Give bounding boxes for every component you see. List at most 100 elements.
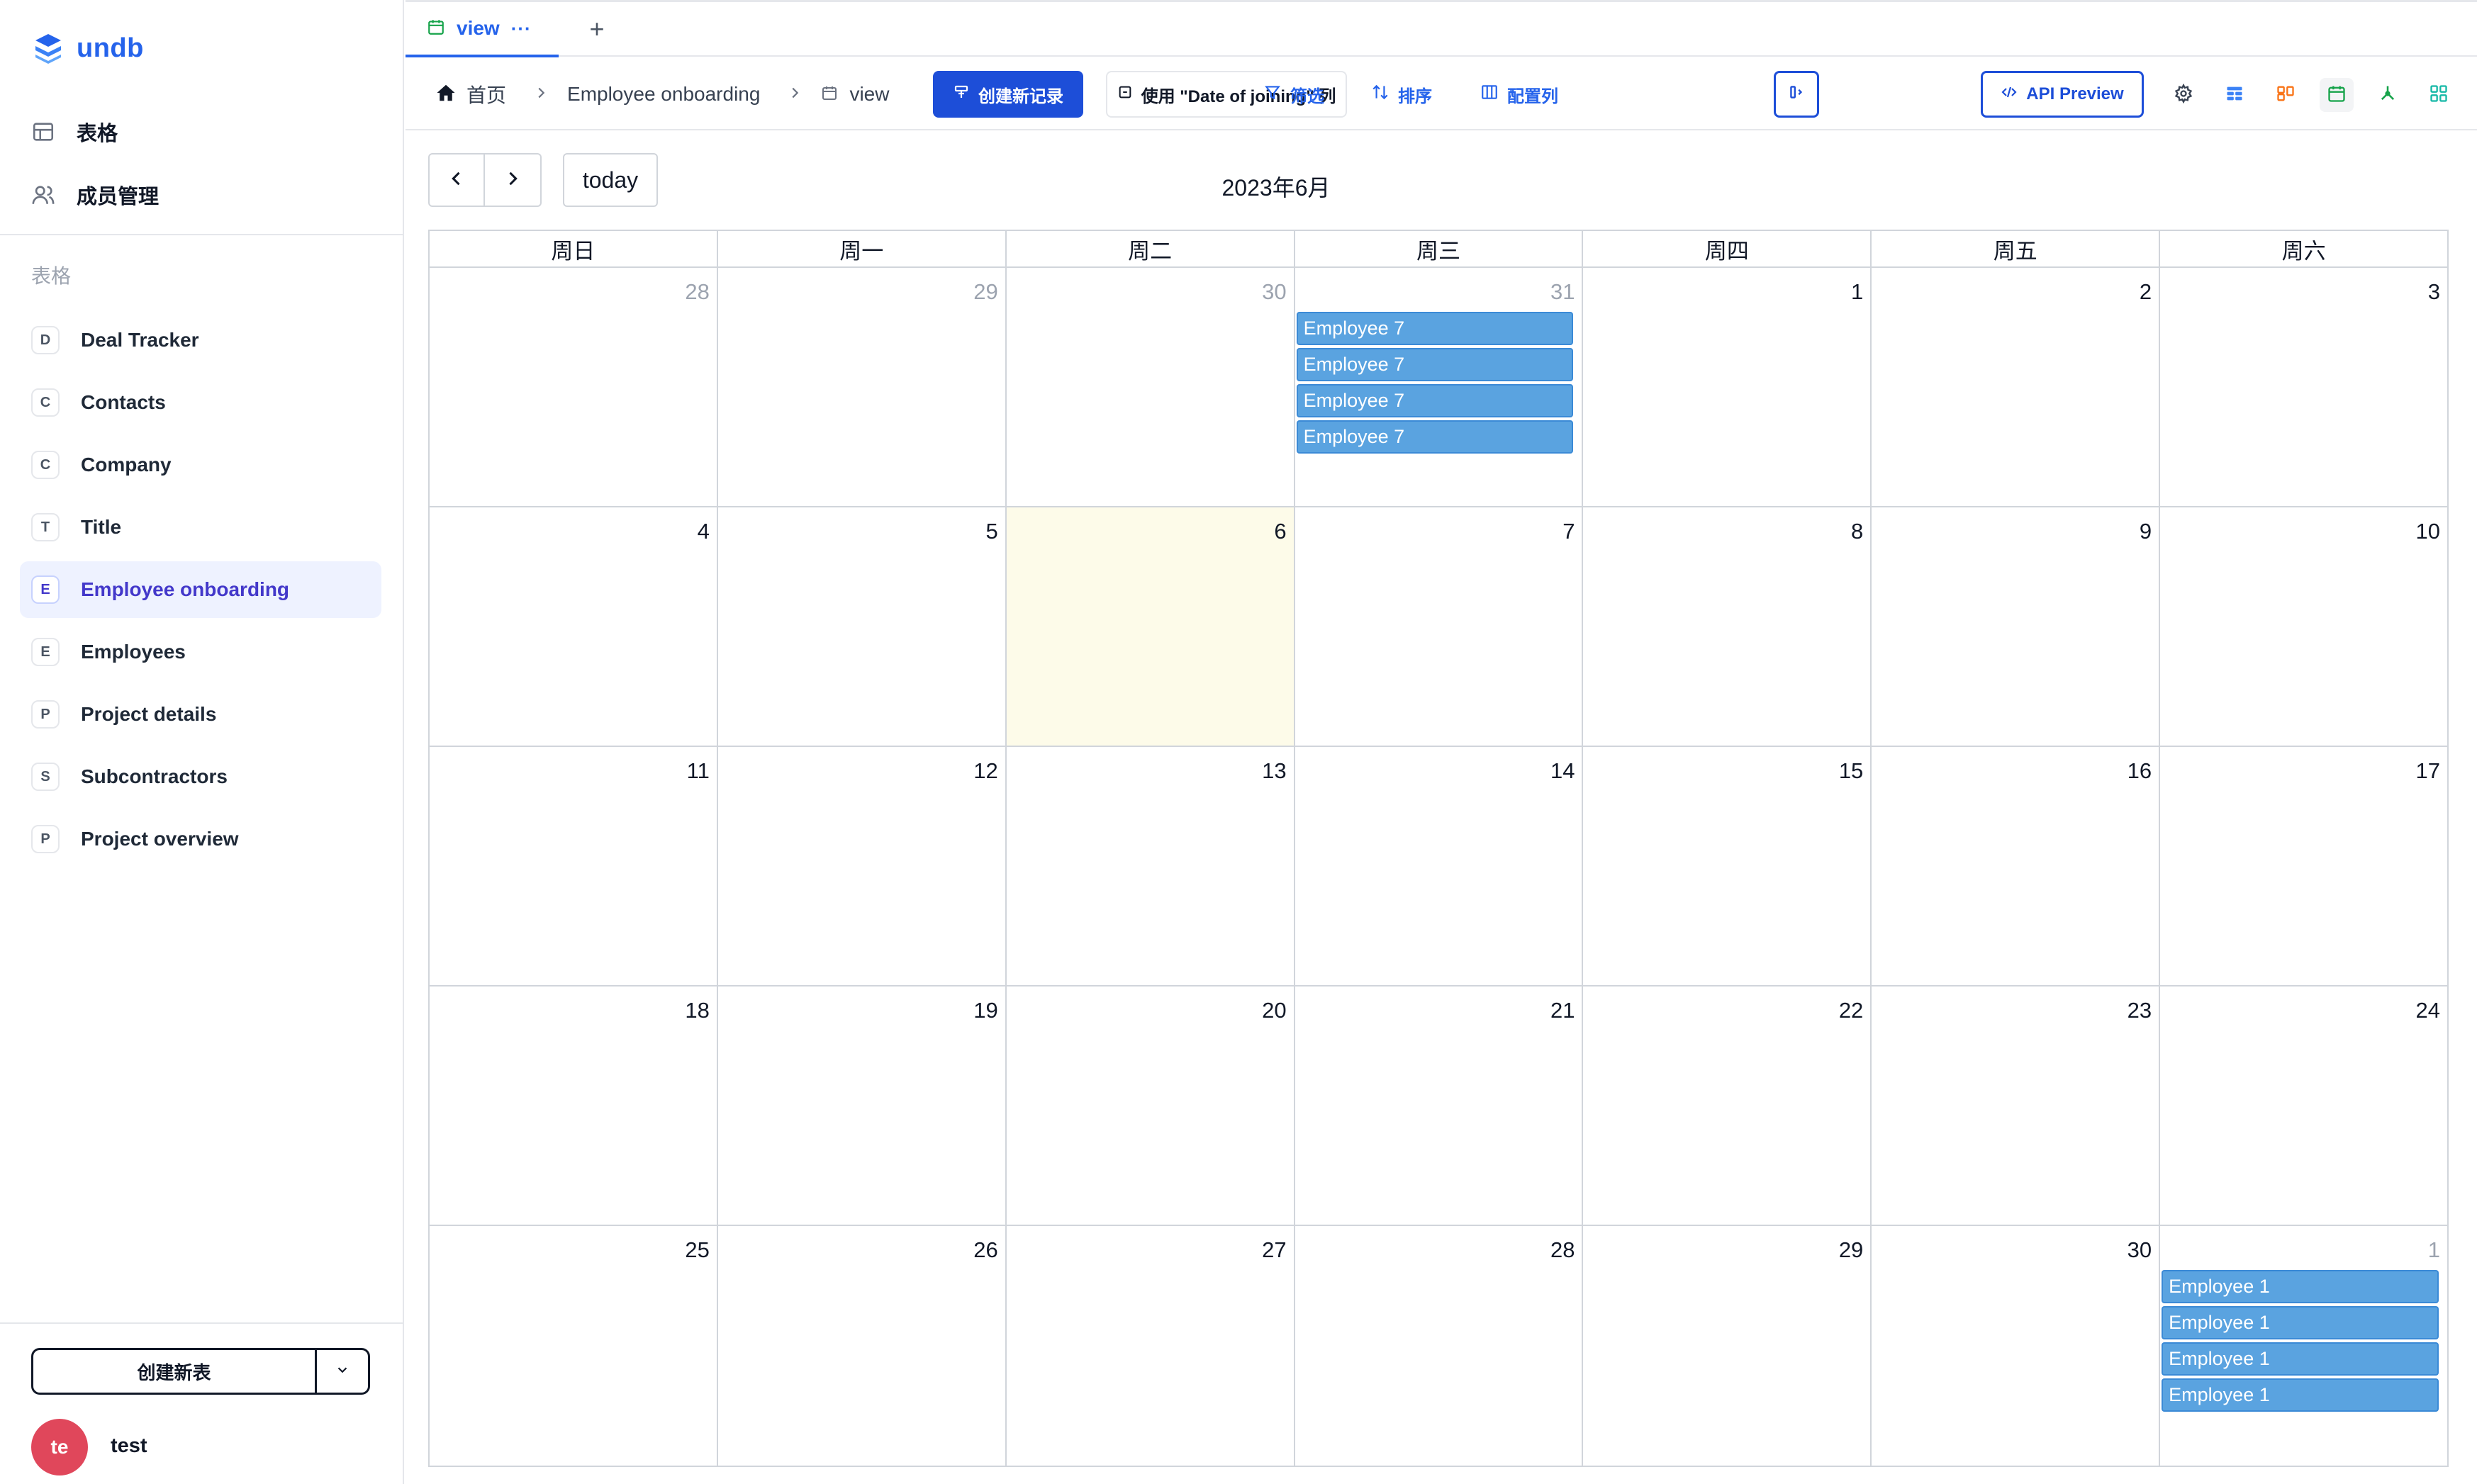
day-number[interactable]: 5 [985, 519, 997, 544]
calendar-event[interactable]: Employee 1 [2162, 1342, 2439, 1376]
next-month-button[interactable] [485, 153, 542, 207]
day-number[interactable]: 10 [2416, 519, 2440, 544]
day-number[interactable]: 24 [2416, 998, 2440, 1023]
sidebar-table-project-details[interactable]: P Project details [20, 686, 381, 743]
calendar-day-cell[interactable]: 11 [430, 747, 718, 985]
day-number[interactable]: 28 [685, 279, 709, 305]
tab-view[interactable]: view ··· [406, 2, 559, 57]
day-number[interactable]: 31 [1550, 279, 1575, 305]
calendar-day-cell[interactable]: 30 [1872, 1226, 2161, 1466]
calendar-day-cell[interactable]: 24 [2160, 986, 2447, 1225]
sidebar-table-subcontractors[interactable]: S Subcontractors [20, 748, 381, 805]
today-button[interactable]: today [563, 153, 658, 207]
breadcrumb-view[interactable]: view [849, 83, 889, 106]
calendar-day-cell[interactable]: 29 [718, 268, 1007, 506]
day-number[interactable]: 2 [2140, 279, 2152, 305]
calendar-day-cell[interactable]: 20 [1007, 986, 1295, 1225]
day-number[interactable]: 15 [1839, 758, 1863, 784]
add-view-button[interactable]: + [581, 13, 613, 45]
day-number[interactable]: 3 [2428, 279, 2440, 305]
grid-view-button[interactable] [2218, 78, 2252, 112]
calendar-day-cell[interactable]: 22 [1583, 986, 1872, 1225]
gallery-view-button[interactable] [2422, 78, 2456, 112]
day-number[interactable]: 4 [698, 519, 710, 544]
calendar-day-cell-today[interactable]: 6 [1006, 507, 1295, 746]
calendar-day-cell[interactable]: 13 [1007, 747, 1295, 985]
calendar-view-button[interactable] [2320, 78, 2354, 112]
day-number[interactable]: 18 [685, 998, 709, 1023]
calendar-day-cell[interactable]: 5 [718, 507, 1007, 746]
calendar-day-cell[interactable]: 25 [430, 1226, 718, 1466]
calendar-day-cell[interactable]: 21 [1295, 986, 1584, 1225]
calendar-event[interactable]: Employee 7 [1296, 420, 1574, 454]
calendar-day-cell[interactable]: 8 [1583, 507, 1872, 746]
day-number[interactable]: 23 [2127, 998, 2152, 1023]
sidebar-table-contacts[interactable]: C Contacts [20, 374, 381, 431]
day-number[interactable]: 28 [1550, 1237, 1575, 1263]
day-number[interactable]: 16 [2127, 758, 2152, 784]
create-table-button[interactable]: 创建新表 [33, 1350, 317, 1393]
calendar-day-cell[interactable]: 2 [1872, 268, 2161, 506]
day-number[interactable]: 1 [1851, 279, 1863, 305]
day-number[interactable]: 27 [1262, 1237, 1286, 1263]
app-logo[interactable]: undb [31, 31, 144, 65]
calendar-day-cell[interactable]: 10 [2160, 507, 2447, 746]
calendar-day-cell[interactable]: 9 [1872, 507, 2161, 746]
calendar-event[interactable]: Employee 1 [2162, 1306, 2439, 1339]
calendar-day-cell[interactable]: 23 [1872, 986, 2161, 1225]
day-number[interactable]: 19 [973, 998, 997, 1023]
sidebar-table-deal-tracker[interactable]: D Deal Tracker [20, 312, 381, 369]
day-number[interactable]: 20 [1262, 998, 1286, 1023]
calendar-event[interactable]: Employee 1 [2162, 1378, 2439, 1412]
day-number[interactable]: 7 [1562, 519, 1575, 544]
prev-month-button[interactable] [428, 153, 485, 207]
calendar-event[interactable]: Employee 1 [2162, 1270, 2439, 1303]
calendar-day-cell[interactable]: 28 [430, 268, 718, 506]
calendar-day-cell[interactable]: 7 [1295, 507, 1584, 746]
day-number[interactable]: 22 [1839, 998, 1863, 1023]
calendar-day-cell[interactable]: 17 [2160, 747, 2447, 985]
day-number[interactable]: 29 [973, 279, 997, 305]
sidebar-table-employees[interactable]: E Employees [20, 624, 381, 680]
calendar-day-cell[interactable]: 27 [1007, 1226, 1295, 1466]
day-number[interactable]: 30 [2127, 1237, 2152, 1263]
calendar-day-cell[interactable]: 29 [1583, 1226, 1872, 1466]
create-record-button[interactable]: 创建新记录 [933, 71, 1083, 118]
day-number[interactable]: 30 [1262, 279, 1286, 305]
calendar-day-cell[interactable]: 12 [718, 747, 1007, 985]
calendar-day-cell[interactable]: 31 Employee 7 Employee 7 Employee 7 Employee… [1295, 268, 1584, 506]
sidebar-table-project-overview[interactable]: P Project overview [20, 811, 381, 867]
day-number[interactable]: 13 [1262, 758, 1286, 784]
day-number[interactable]: 6 [1274, 519, 1286, 544]
day-number[interactable]: 25 [685, 1237, 709, 1263]
sort-button[interactable]: 排序 [1371, 71, 1432, 118]
calendar-day-cell[interactable]: 16 [1872, 747, 2161, 985]
settings-button[interactable] [2166, 78, 2201, 112]
sidebar-table-company[interactable]: C Company [20, 437, 381, 493]
calendar-day-cell[interactable]: 15 [1583, 747, 1872, 985]
tab-more-button[interactable]: ··· [511, 18, 532, 40]
sidebar-table-employee-onboarding[interactable]: E Employee onboarding [20, 561, 381, 618]
day-number[interactable]: 9 [2140, 519, 2152, 544]
day-number[interactable]: 26 [973, 1237, 997, 1263]
calendar-day-cell[interactable]: 30 [1007, 268, 1295, 506]
create-table-dropdown-button[interactable] [317, 1350, 368, 1393]
calendar-event[interactable]: Employee 7 [1296, 384, 1574, 417]
calendar-day-cell[interactable]: 1 Employee 1 Employee 1 Employee 1 Employee … [2160, 1226, 2447, 1466]
day-number[interactable]: 29 [1839, 1237, 1863, 1263]
kanban-view-button[interactable] [2269, 78, 2303, 112]
calendar-day-cell[interactable]: 4 [430, 507, 718, 746]
calendar-day-cell[interactable]: 26 [718, 1226, 1007, 1466]
day-number[interactable]: 11 [687, 758, 710, 784]
avatar[interactable]: te [31, 1419, 88, 1475]
day-number[interactable]: 17 [2416, 758, 2440, 784]
day-number[interactable]: 21 [1550, 998, 1575, 1023]
api-preview-button[interactable]: API Preview [1981, 71, 2144, 118]
breadcrumb-home[interactable]: 首页 [466, 80, 506, 108]
day-number[interactable]: 1 [2428, 1237, 2440, 1263]
calendar-day-cell[interactable]: 19 [718, 986, 1007, 1225]
calendar-day-cell[interactable]: 14 [1295, 747, 1584, 985]
columns-button[interactable]: 配置列 [1480, 71, 1558, 118]
calendar-day-cell[interactable]: 3 [2160, 268, 2447, 506]
tree-view-button[interactable] [2371, 78, 2405, 112]
